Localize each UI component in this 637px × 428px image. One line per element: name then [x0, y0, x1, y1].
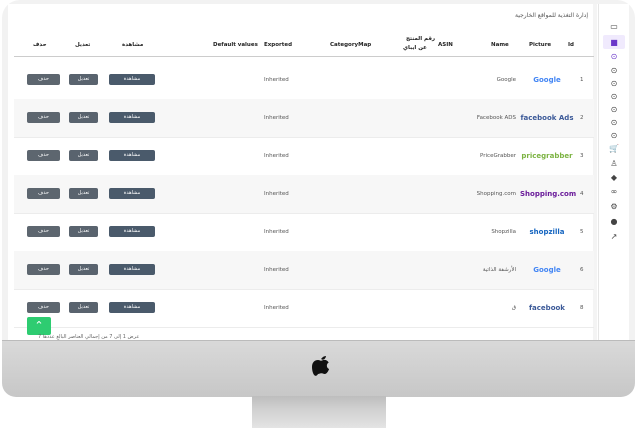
row-id: 8: [580, 305, 584, 311]
monitor-stand: [252, 396, 386, 428]
circle-icon[interactable]: ⊙: [609, 66, 619, 76]
row-exported: Inherited: [264, 115, 289, 121]
edit-button[interactable]: تعديل: [69, 112, 98, 123]
view-button[interactable]: مشاهدة: [109, 74, 155, 85]
tag-icon[interactable]: ◆: [609, 173, 619, 183]
col-asin: ASIN: [438, 42, 453, 48]
screen: ▭ ■ ⊙ ⊙ ⊙ ⊙ ⊙ ⊙ ⊙ 🛒 ♙ ◆ ∞ ⚙ ● ↗ إدارة ال…: [8, 4, 629, 340]
row-name: Facebook ADS: [476, 115, 516, 121]
view-button[interactable]: مشاهدة: [109, 302, 155, 313]
edit-button[interactable]: تعديل: [69, 74, 98, 85]
view-button[interactable]: مشاهدة: [109, 112, 155, 123]
edit-button[interactable]: تعديل: [69, 150, 98, 161]
col-name: Name: [491, 42, 509, 48]
page-icon[interactable]: ■: [609, 38, 619, 48]
edit-button[interactable]: تعديل: [69, 188, 98, 199]
globe-icon[interactable]: ●: [609, 217, 619, 227]
col-view: مشاهدة: [122, 42, 144, 48]
scroll-top-button[interactable]: ⌃: [27, 317, 51, 335]
monitor-icon[interactable]: ▭: [609, 22, 619, 32]
col-category-map: CategoryMap: [330, 42, 372, 48]
col-product-code-2: عن ايباي: [403, 45, 427, 51]
cart-icon[interactable]: 🛒: [609, 144, 619, 154]
row-exported: Inherited: [264, 77, 289, 83]
circle-icon[interactable]: ⊙: [609, 118, 619, 128]
delete-button[interactable]: حذف: [27, 264, 60, 275]
side-navigation: ▭ ■ ⊙ ⊙ ⊙ ⊙ ⊙ ⊙ ⊙ 🛒 ♙ ◆ ∞ ⚙ ● ↗: [598, 4, 629, 340]
col-exported: Exported: [264, 42, 293, 48]
row-name: ق: [511, 305, 516, 311]
row-id: 3: [580, 153, 584, 159]
table-row: 8 facebook ق Inherited مشاهدة تعديل حذف: [14, 289, 594, 328]
row-logo: Google: [533, 266, 561, 274]
row-logo: pricegrabber: [521, 152, 573, 160]
row-exported: Inherited: [264, 229, 289, 235]
row-logo: facebook: [529, 304, 565, 312]
col-product-code: رقم المنتج: [406, 36, 436, 42]
col-delete: حذف: [33, 42, 47, 48]
table-header: Id Picture Name ASIN رقم المنتج عن ايباي…: [14, 34, 594, 57]
table-row: 4 Shopping.com Shopping.com Inherited مش…: [14, 175, 594, 214]
table-row: 1 Google Google Inherited مشاهدة تعديل ح…: [14, 61, 594, 100]
edit-button[interactable]: تعديل: [69, 264, 98, 275]
row-id: 5: [580, 229, 584, 235]
circle-icon[interactable]: ⊙: [609, 131, 619, 141]
delete-button[interactable]: حذف: [27, 74, 60, 85]
row-id: 1: [580, 77, 584, 83]
breadcrumb: إدارة التغذية للمواقع الخارجية: [515, 12, 588, 19]
row-exported: Inherited: [264, 191, 289, 197]
view-button[interactable]: مشاهدة: [109, 188, 155, 199]
col-picture: Picture: [529, 42, 552, 48]
row-logo: facebook Ads: [520, 114, 574, 122]
row-name: Google: [496, 77, 516, 83]
row-name: Shopping.com: [476, 191, 516, 197]
col-edit: تعديل: [75, 42, 91, 48]
view-button[interactable]: مشاهدة: [109, 150, 155, 161]
delete-button[interactable]: حذف: [27, 302, 60, 313]
circle-icon[interactable]: ⊙: [609, 105, 619, 115]
delete-button[interactable]: حذف: [27, 150, 60, 161]
table-row: 2 facebook Ads Facebook ADS Inherited مش…: [14, 99, 594, 138]
row-name: PriceGrabber: [480, 153, 516, 159]
row-id: 4: [580, 191, 584, 197]
gears-icon[interactable]: ⚙: [609, 202, 619, 212]
table-row: 5 shopzilla Shopzilla Inherited مشاهدة ت…: [14, 213, 594, 252]
row-name: Shopzilla: [491, 229, 516, 235]
view-button[interactable]: مشاهدة: [109, 264, 155, 275]
row-id: 2: [580, 115, 584, 121]
table-row: 3 pricegrabber PriceGrabber Inherited مش…: [14, 137, 594, 176]
delete-button[interactable]: حذف: [27, 188, 60, 199]
row-exported: Inherited: [264, 153, 289, 159]
col-id: Id: [568, 42, 574, 48]
row-logo: Google: [533, 76, 561, 84]
apple-logo-icon: [312, 356, 330, 376]
row-exported: Inherited: [264, 267, 289, 273]
delete-button[interactable]: حذف: [27, 226, 60, 237]
row-logo: Shopping.com: [520, 190, 577, 198]
col-default-values: Default values: [213, 42, 258, 48]
link-icon[interactable]: ∞: [609, 187, 619, 197]
table-row: 6 Google الأرشفة الذاتية Inherited مشاهد…: [14, 251, 594, 290]
circle-icon[interactable]: ⊙: [609, 52, 619, 62]
view-button[interactable]: مشاهدة: [109, 226, 155, 237]
main-content: إدارة التغذية للمواقع الخارجية Id Pictur…: [14, 4, 594, 340]
row-exported: Inherited: [264, 305, 289, 311]
row-id: 6: [580, 267, 584, 273]
delete-button[interactable]: حذف: [27, 112, 60, 123]
edit-button[interactable]: تعديل: [69, 226, 98, 237]
chart-icon[interactable]: ↗: [609, 232, 619, 242]
user-icon[interactable]: ♙: [609, 159, 619, 169]
edit-button[interactable]: تعديل: [69, 302, 98, 313]
row-name: الأرشفة الذاتية: [482, 267, 516, 273]
row-logo: shopzilla: [529, 228, 565, 236]
circle-icon[interactable]: ⊙: [609, 92, 619, 102]
circle-icon[interactable]: ⊙: [609, 79, 619, 89]
